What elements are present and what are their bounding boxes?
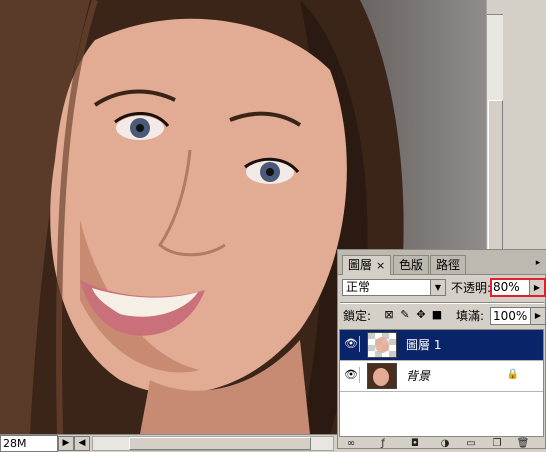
layer-row-background[interactable]: 👁 背景 🔒 (340, 361, 543, 392)
tab-channels[interactable]: 色版 (393, 255, 430, 274)
new-group-icon[interactable]: ▭ (464, 438, 478, 449)
layer-name[interactable]: 圖層 1 (406, 330, 441, 360)
palette-tabs: 圖層 × 色版 路徑 ▸ (338, 250, 546, 275)
layer-row-layer1[interactable]: 👁 圖層 1 (340, 330, 543, 361)
opacity-slider-arrow-icon[interactable]: ▶ (529, 280, 544, 295)
opacity-value[interactable]: 80% (493, 280, 520, 295)
lock-all-icon[interactable]: ■ (431, 308, 443, 322)
new-layer-icon[interactable]: ❐ (490, 438, 504, 449)
layers-palette: 圖層 × 色版 路徑 ▸ 正常 ▼ 不透明: 80% ▶ 鎖定: ⊠ ✎ ✥ ■ … (337, 249, 546, 449)
lock-label: 鎖定: (343, 309, 372, 323)
opacity-label: 不透明: (451, 281, 492, 295)
layer-mask-icon[interactable]: ◘ (408, 438, 422, 449)
blend-mode-value: 正常 (346, 280, 371, 294)
tab-paths[interactable]: 路徑 (430, 255, 467, 274)
tab-layers-label: 圖層 (348, 258, 373, 272)
adjustment-layer-icon[interactable]: ◑ (438, 438, 452, 449)
eye-icon[interactable]: 👁 (343, 336, 360, 352)
palette-menu-icon[interactable]: ▸ (532, 258, 544, 268)
chevron-down-icon[interactable]: ▼ (430, 280, 445, 295)
lock-transparent-icon[interactable]: ⊠ (383, 308, 395, 322)
scroll-up-button[interactable] (487, 0, 503, 15)
fill-value[interactable]: 100% (493, 308, 527, 324)
layers-list: 👁 圖層 1 👁 背景 🔒 (339, 329, 544, 437)
fill-field[interactable]: 100% ▶ (490, 307, 546, 325)
fill-slider-arrow-icon[interactable]: ▶ (530, 308, 545, 324)
vertical-scroll-thumb[interactable] (488, 100, 503, 252)
horizontal-scroll-thumb[interactable] (129, 437, 311, 450)
lock-icon: 🔒 (506, 369, 519, 380)
opacity-field[interactable]: 80% ▶ (490, 278, 546, 297)
tab-paths-label: 路徑 (436, 258, 461, 272)
delete-layer-icon[interactable]: 🗑 (516, 438, 530, 449)
lock-position-icon[interactable]: ✥ (415, 308, 427, 322)
close-icon[interactable]: × (376, 259, 385, 272)
tab-channels-label: 色版 (399, 258, 424, 272)
checkerboard-thumbnail (368, 333, 396, 357)
tab-layers[interactable]: 圖層 × (342, 255, 392, 275)
palette-bottom-toolbar: ∞ ƒ ◘ ◑ ▭ ❐ 🗑 (338, 438, 546, 449)
layer-name[interactable]: 背景 (406, 361, 430, 391)
link-layers-icon[interactable]: ∞ (344, 438, 358, 449)
lock-image-icon[interactable]: ✎ (399, 308, 411, 322)
layer-style-icon[interactable]: ƒ (376, 438, 390, 449)
fill-label: 填滿: (456, 309, 485, 323)
layer-thumbnail (367, 363, 397, 389)
doc-size-field[interactable]: 28M (0, 435, 58, 452)
layer-thumbnail (367, 332, 397, 358)
eye-icon[interactable]: 👁 (343, 367, 360, 383)
divider (340, 302, 544, 304)
blend-mode-select[interactable]: 正常 ▼ (342, 279, 446, 296)
photo-thumbnail (368, 364, 396, 388)
